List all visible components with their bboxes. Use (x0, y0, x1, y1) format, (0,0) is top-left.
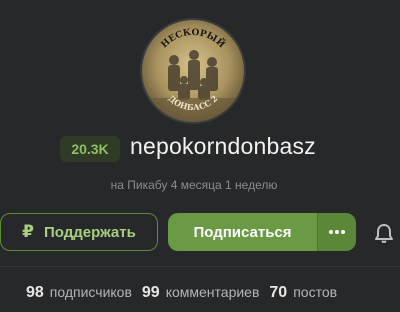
comments-count: 99 (141, 284, 160, 301)
account-age: на Пикабу 4 месяца 1 неделю (110, 178, 278, 192)
bell-icon (375, 224, 393, 243)
comments-label: комментариев (165, 284, 260, 300)
profile-stats: 98 подписчиков 99 комментариев 70 постов (26, 284, 347, 302)
posts-label: постов (293, 284, 338, 300)
support-label: Поддержать (44, 223, 136, 241)
support-button[interactable]: ₽ Поддержать (0, 213, 158, 251)
username: nepokorndonbasz (130, 133, 316, 159)
subscribe-button[interactable]: Подписаться (168, 213, 317, 251)
more-dots-icon (329, 230, 345, 234)
subscribe-label: Подписаться (193, 223, 292, 241)
notification-bell-button[interactable] (373, 222, 395, 244)
avatar[interactable]: НЕСКОРЫЙ ДОНБАСС 2 (140, 18, 246, 124)
subscribe-group: Подписаться (168, 213, 356, 251)
more-button[interactable] (317, 213, 356, 251)
divider (0, 266, 400, 267)
subscribers-count: 98 (26, 284, 44, 301)
ruble-icon: ₽ (22, 222, 34, 241)
subscribers-label: подписчиков (49, 284, 132, 300)
rating-badge: 20.3K (60, 136, 120, 162)
posts-count: 70 (269, 284, 288, 301)
